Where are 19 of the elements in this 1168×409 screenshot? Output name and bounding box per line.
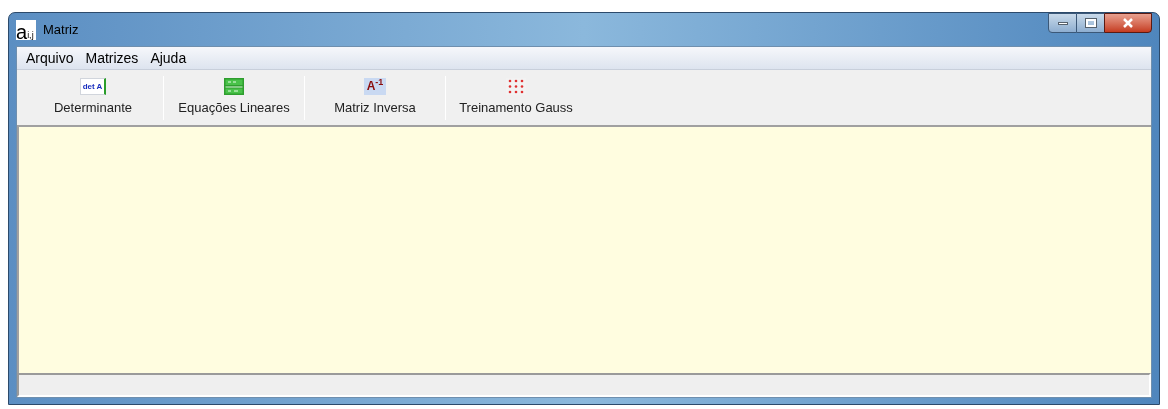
inverse-icon: A$^{-1}$ (364, 77, 386, 95)
close-icon (1122, 18, 1134, 28)
toolbar-button[interactable]: Treinamento Gauss (446, 70, 586, 125)
maximize-icon (1085, 19, 1096, 27)
app-icon: ai,j (16, 19, 36, 40)
determinant-icon: det A (79, 77, 107, 95)
menu-item[interactable]: Matrizes (80, 47, 144, 69)
toolbar-button[interactable]: Equações Lineares (164, 70, 304, 125)
menu-item[interactable]: Arquivo (21, 47, 79, 69)
toolbar-button[interactable]: A$^{-1}$ Matriz Inversa (305, 70, 445, 125)
maximize-button[interactable] (1077, 13, 1104, 33)
minimize-button[interactable] (1048, 13, 1077, 33)
grid-icon (506, 77, 526, 95)
menu-item[interactable]: Ajuda (145, 47, 192, 69)
window-title: Matriz (43, 20, 79, 39)
minimize-icon (1057, 21, 1068, 25)
equations-icon (224, 77, 244, 95)
close-button[interactable] (1104, 13, 1152, 33)
toolbar-button[interactable]: det A Determinante (23, 70, 163, 125)
